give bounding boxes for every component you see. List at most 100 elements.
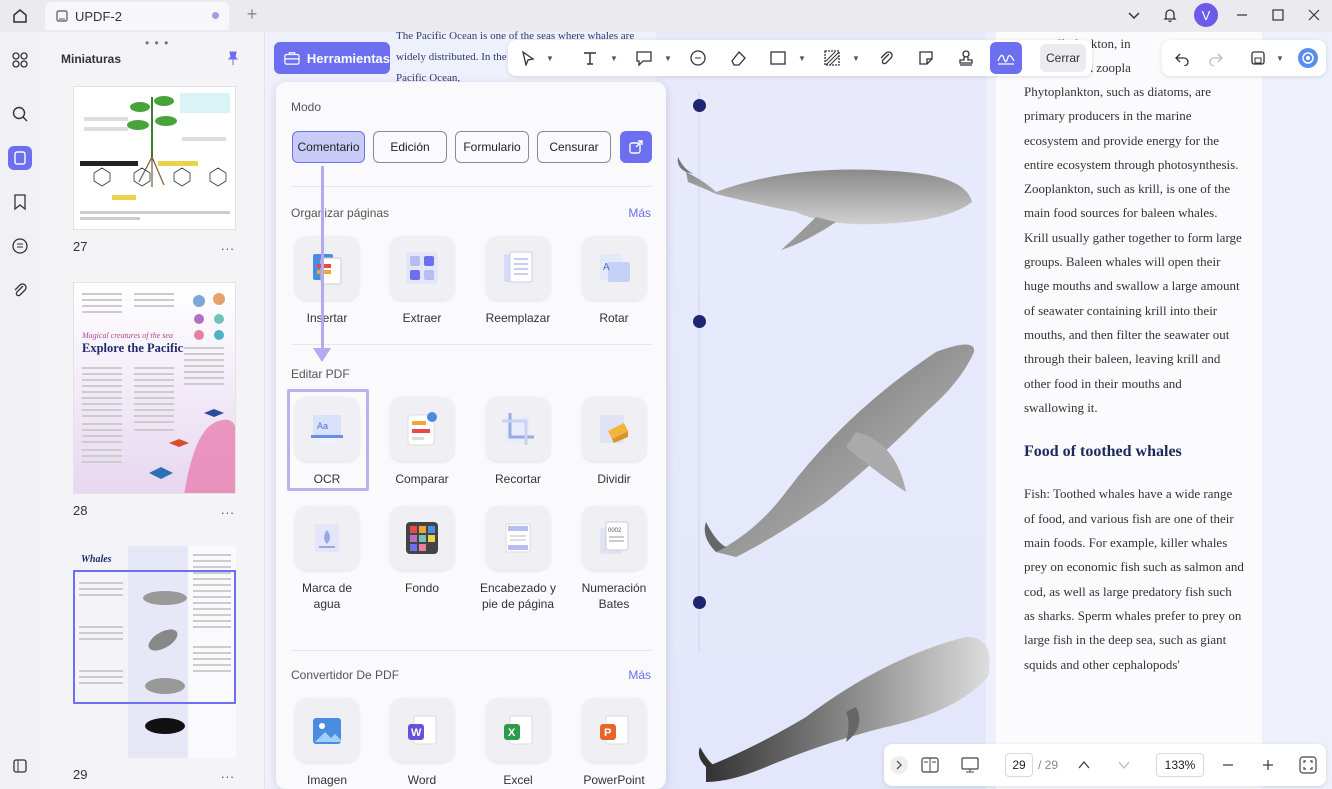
page-number: 29 [73, 767, 88, 782]
mode-form-button[interactable]: Formulario [455, 131, 529, 163]
close-window-icon[interactable] [1296, 0, 1332, 30]
select-cursor-icon[interactable] [518, 48, 538, 68]
pin-icon[interactable] [225, 50, 241, 66]
page-thumbnail-27[interactable] [73, 86, 236, 230]
page-thumbnail-29[interactable]: Whales [73, 546, 236, 758]
tool-to-image[interactable]: Imagen [287, 698, 367, 788]
timeline-dot [693, 596, 706, 609]
convert-more-link[interactable]: Más [628, 668, 651, 682]
open-external-icon[interactable] [620, 131, 652, 163]
tool-bates-numbering[interactable]: 0002 Numeración Bates [574, 506, 654, 612]
page-layout-icon[interactable] [920, 755, 940, 775]
tool-compare[interactable]: Comparar [382, 397, 462, 487]
document-tab[interactable]: UPDF-2 [45, 2, 229, 30]
save-icon[interactable] [1248, 48, 1268, 68]
tool-insert[interactable]: Insertar [287, 236, 367, 326]
close-toolbar-button[interactable]: Cerrar [1040, 44, 1086, 72]
tool-split[interactable]: Dividir [574, 397, 654, 487]
tool-label: Excel [503, 773, 533, 787]
tool-replace[interactable]: Reemplazar [478, 236, 558, 326]
tools-button-label: Herramientas [306, 50, 390, 66]
tool-crop[interactable]: Recortar [478, 397, 558, 487]
left-rail [0, 32, 40, 789]
tool-label: Fondo [404, 581, 440, 595]
thumbnails-panel: • • • Miniaturas 27 ... Magical creature… [41, 32, 265, 789]
comment-bubble-icon[interactable] [688, 48, 708, 68]
chevron-down-icon[interactable]: ▼ [546, 54, 554, 63]
comments-icon[interactable] [8, 234, 32, 258]
collapse-arrow-icon[interactable] [890, 756, 908, 774]
chevron-down-icon[interactable]: ▼ [1276, 54, 1284, 63]
new-tab-button[interactable]: + [242, 4, 262, 24]
mode-comment-button[interactable]: Comentario [292, 131, 365, 163]
tool-background[interactable]: Fondo [382, 506, 462, 596]
tools-button[interactable]: Herramientas [274, 42, 390, 74]
text-tool-icon[interactable] [580, 48, 600, 68]
stamp-icon[interactable] [956, 48, 976, 68]
sticker-icon[interactable] [916, 48, 936, 68]
chevron-down-icon[interactable]: ▼ [610, 54, 618, 63]
mode-edit-button[interactable]: Edición [373, 131, 447, 163]
page-more-button[interactable]: ... [221, 502, 235, 517]
zoom-level[interactable]: 133% [1156, 753, 1204, 777]
chevron-down-icon[interactable]: ▼ [664, 54, 672, 63]
tool-label: Dividir [597, 472, 631, 486]
tools-panel: Modo Comentario Edición Formulario Censu… [276, 82, 666, 789]
note-icon[interactable] [634, 48, 654, 68]
layers-icon[interactable] [8, 754, 32, 778]
humpback-whale-image-2 [704, 344, 975, 557]
maximize-icon[interactable] [1260, 0, 1296, 30]
chevron-down-icon[interactable]: ▼ [852, 54, 860, 63]
svg-text:X: X [508, 727, 516, 739]
next-page-icon[interactable] [1114, 755, 1134, 775]
bookmark-icon[interactable] [8, 190, 32, 214]
page-number: 28 [73, 503, 88, 518]
arrow-head [313, 348, 331, 362]
current-page-input[interactable]: 29 [1005, 753, 1033, 777]
tool-to-word[interactable]: W Word [382, 698, 462, 788]
page-more-button[interactable]: ... [221, 238, 235, 253]
signature-icon[interactable] [990, 42, 1022, 74]
tool-to-powerpoint[interactable]: P PowerPoint [574, 698, 654, 788]
drag-handle[interactable]: • • • [145, 36, 169, 50]
tool-to-excel[interactable]: X Excel [478, 698, 558, 788]
presentation-icon[interactable] [960, 755, 980, 775]
previous-page-icon[interactable] [1074, 755, 1094, 775]
undo-icon[interactable] [1172, 48, 1192, 68]
zoom-in-icon[interactable] [1258, 755, 1278, 775]
area-highlight-icon[interactable] [822, 48, 842, 68]
chevron-down-icon[interactable]: ▼ [798, 54, 806, 63]
page-more-button[interactable]: ... [221, 766, 235, 781]
user-avatar[interactable]: V [1194, 3, 1218, 27]
chevron-down-icon[interactable] [1116, 0, 1152, 30]
zoom-out-icon[interactable] [1218, 755, 1238, 775]
minimize-icon[interactable] [1224, 0, 1260, 30]
divider [291, 344, 652, 345]
title-bar: UPDF-2 + V [0, 0, 1332, 32]
home-icon[interactable] [8, 4, 32, 28]
notification-bell-icon[interactable] [1152, 0, 1188, 30]
divider [291, 186, 652, 187]
search-icon[interactable] [8, 102, 32, 126]
mode-redact-button[interactable]: Censurar [537, 131, 611, 163]
organize-more-link[interactable]: Más [628, 206, 651, 220]
tool-label: Insertar [306, 311, 348, 325]
extract-pages-icon [406, 252, 438, 284]
thumbnail-heading: Explore the Pacific [82, 341, 184, 355]
tool-label: Marca de agua [301, 581, 353, 611]
fit-page-icon[interactable] [1298, 755, 1318, 775]
tool-watermark[interactable]: Marca de agua [287, 506, 367, 612]
tool-header-footer[interactable]: Encabezado y pie de página [478, 506, 558, 612]
paragraph: Fish: Toothed whales have a wide range o… [1024, 486, 1244, 672]
attachment-icon[interactable] [8, 278, 32, 302]
thumbnails-icon[interactable] [8, 146, 32, 170]
apps-grid-icon[interactable] [8, 48, 32, 72]
ai-assistant-icon[interactable] [1298, 48, 1318, 68]
rectangle-icon[interactable] [768, 48, 788, 68]
eraser-icon[interactable] [728, 48, 748, 68]
page-thumbnail-28[interactable]: Magical creatures of the sea Explore the… [73, 282, 236, 494]
redo-icon[interactable] [1206, 48, 1226, 68]
tool-rotate[interactable]: A Rotar [574, 236, 654, 326]
tool-extract[interactable]: Extraer [382, 236, 462, 326]
paperclip-icon[interactable] [876, 48, 896, 68]
